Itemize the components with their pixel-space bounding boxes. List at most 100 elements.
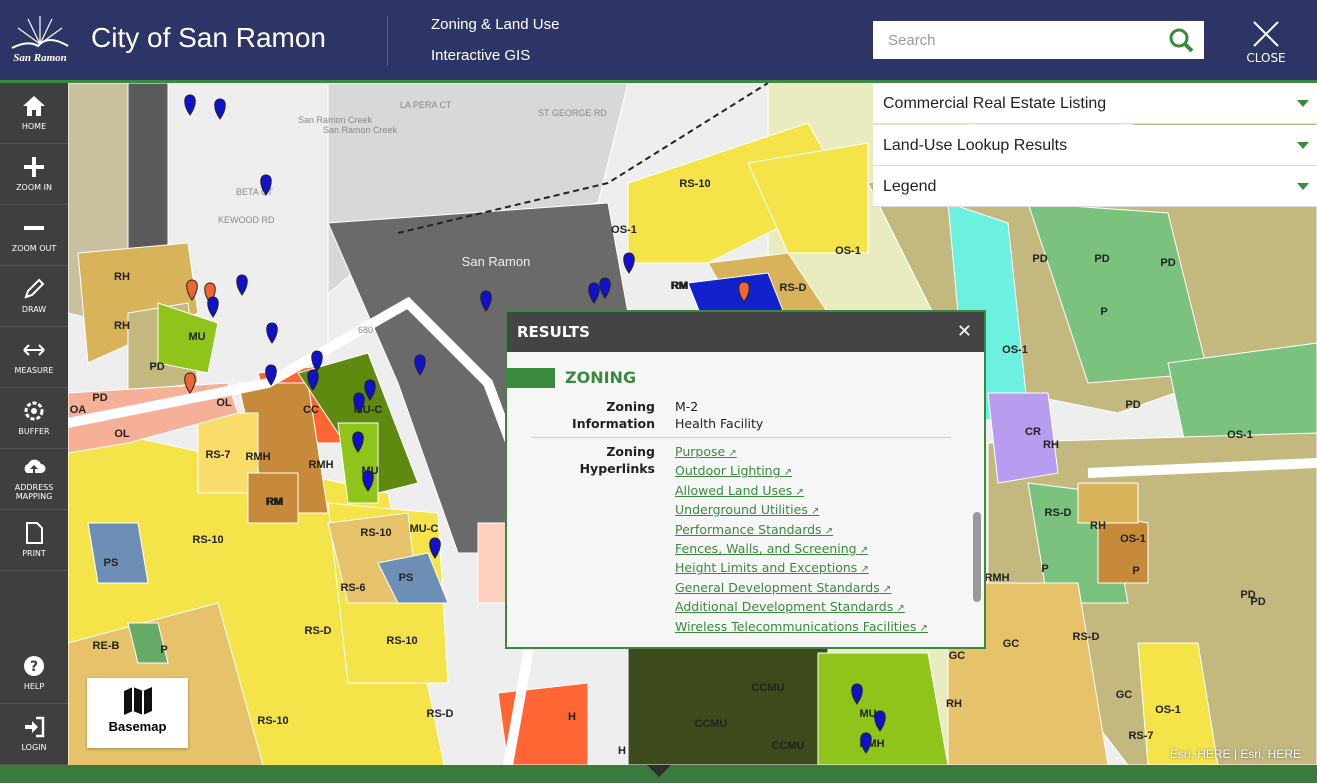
zone-label: CCMU [772, 740, 805, 752]
chevron-down-icon [1297, 142, 1309, 149]
toolbar-address-mapping-button[interactable]: ADDRESS MAPPING [0, 449, 68, 510]
zone-label: GC [1116, 689, 1133, 701]
toolbar-zoom-out-button[interactable]: ZOOM OUT [0, 205, 68, 266]
zone-label: RMH [308, 459, 333, 471]
zoning-link[interactable]: Height Limits and Exceptions [675, 559, 965, 578]
svg-text:?: ? [30, 659, 38, 675]
popup-title: RESULTS [507, 312, 984, 352]
toolbar-help-button[interactable]: ? HELP [0, 643, 68, 704]
section-marker [507, 368, 555, 388]
toolbar-login-button[interactable]: LOGIN [0, 704, 68, 765]
panel-legend[interactable]: Legend [873, 166, 1317, 207]
chevron-down-icon [1297, 183, 1309, 190]
zone-code: M-2 [675, 399, 699, 414]
zone-parcel [987, 392, 1059, 484]
zone-label: PD [1032, 253, 1047, 265]
zone-parcel [747, 142, 869, 254]
zone-label: RMH [984, 572, 1009, 584]
search-input[interactable] [873, 21, 1204, 59]
zoning-link[interactable]: Allowed Land Uses [675, 482, 965, 501]
panel-lookup[interactable]: Land-Use Lookup Results [873, 125, 1317, 166]
zoning-link[interactable]: General Development Standards [675, 579, 965, 598]
cloud-upload-icon [24, 459, 46, 473]
basemap-button[interactable]: Basemap [87, 678, 188, 748]
app-subtitle-1: Zoning & Land Use [431, 16, 560, 33]
zoning-link[interactable]: Performance Standards [675, 521, 965, 540]
zone-label: OA [70, 404, 87, 416]
toolbar-label: BUFFER [18, 427, 50, 436]
zone-label: RS-10 [679, 178, 710, 190]
zone-label: P [160, 644, 167, 656]
zoning-link[interactable]: Underground Utilities [675, 501, 965, 520]
buffer-icon [24, 401, 44, 421]
zone-label: RH [1090, 520, 1106, 532]
zone-label: RS-D [780, 282, 807, 294]
info-label-1: Zoning [606, 399, 655, 414]
zoning-link[interactable]: Wireless Telecommunications Facilities [675, 618, 965, 637]
app-subtitle-2: Interactive GIS [431, 47, 531, 64]
basemap-label: Basemap [108, 719, 167, 734]
zone-label: RH [114, 271, 130, 283]
toolbar-buffer-button[interactable]: BUFFER [0, 388, 68, 449]
zoning-link[interactable]: Purpose [675, 443, 965, 462]
zone-label: RE-B [93, 640, 120, 652]
zone-label: RS-10 [360, 527, 391, 539]
zone-label: RS-D [1045, 507, 1072, 519]
expand-handle[interactable] [647, 765, 671, 777]
location-pin-icon [623, 252, 635, 274]
street-label: San Ramon Creek [298, 115, 373, 125]
zone-label: PD [92, 392, 107, 404]
close-button[interactable]: CLOSE [1240, 20, 1292, 65]
toolbar-label: ZOOM OUT [11, 244, 57, 253]
zoning-link[interactable]: Additional Development Standards [675, 598, 965, 617]
svg-text:San Ramon: San Ramon [13, 52, 67, 64]
zone-label: OL [114, 428, 130, 440]
popup-scrollbar[interactable] [973, 512, 981, 602]
close-popup-icon[interactable]: ✕ [957, 321, 972, 342]
zone-label: RS-D [427, 708, 454, 720]
search-icon[interactable] [1168, 27, 1194, 53]
toolbar-home-button[interactable]: HOME [0, 83, 68, 144]
map-attribution: Esri, HERE | Esri, HERE [1169, 747, 1301, 761]
zone-label: PD [1125, 399, 1140, 411]
measure-icon [23, 344, 45, 356]
toolbar-label: MEASURE [14, 366, 54, 375]
zone-label: RH [114, 320, 130, 332]
app-title: City of San Ramon [91, 22, 326, 53]
toolbar-label: HOME [21, 122, 47, 131]
zone-label: OS-1 [611, 224, 637, 236]
toolbar-draw-button[interactable]: DRAW [0, 266, 68, 327]
toolbar-zoom-in-button[interactable]: ZOOM IN [0, 144, 68, 205]
zone-label: PD [149, 361, 164, 373]
minus-icon [24, 226, 44, 230]
zone-description: Health Facility [675, 416, 764, 431]
close-icon [1253, 21, 1279, 47]
info-label-2: Information [572, 416, 655, 431]
panel-label: Legend [883, 178, 937, 195]
zone-label: RS-7 [1128, 730, 1153, 742]
document-icon [26, 522, 43, 544]
zone-label: PS [104, 557, 119, 569]
info-value: M-2 Health Facility [675, 398, 763, 432]
toolbar-measure-button[interactable]: MEASURE [0, 327, 68, 388]
zone-label: OL [216, 397, 232, 409]
street-label: 680 [358, 325, 373, 335]
zone-label: RH [1043, 439, 1059, 451]
zoning-link[interactable]: Fences, Walls, and Screening [675, 540, 965, 559]
zone-label: PD [1094, 253, 1109, 265]
street-label: San Ramon Creek [323, 125, 398, 135]
toolbar-print-button[interactable]: PRINT [0, 510, 68, 571]
zone-label: MU [188, 331, 205, 343]
panel-commercial[interactable]: Commercial Real Estate Listing [873, 83, 1317, 124]
zone-label: OS-1 [1120, 533, 1146, 545]
zone-label: CCMU [695, 718, 728, 730]
zone-label: H [568, 711, 576, 723]
zoning-link[interactable]: Solid Waste/Recyclable Materials Storage [675, 637, 965, 638]
section-title: ZONING [565, 368, 637, 387]
panel-label: Commercial Real Estate Listing [883, 95, 1107, 112]
toolbar-label: HELP [23, 682, 45, 691]
zone-label: CR [1025, 426, 1041, 438]
zone-label: GC [949, 650, 966, 662]
zone-label: RS-10 [386, 635, 417, 647]
zoning-link[interactable]: Outdoor Lighting [675, 462, 965, 481]
